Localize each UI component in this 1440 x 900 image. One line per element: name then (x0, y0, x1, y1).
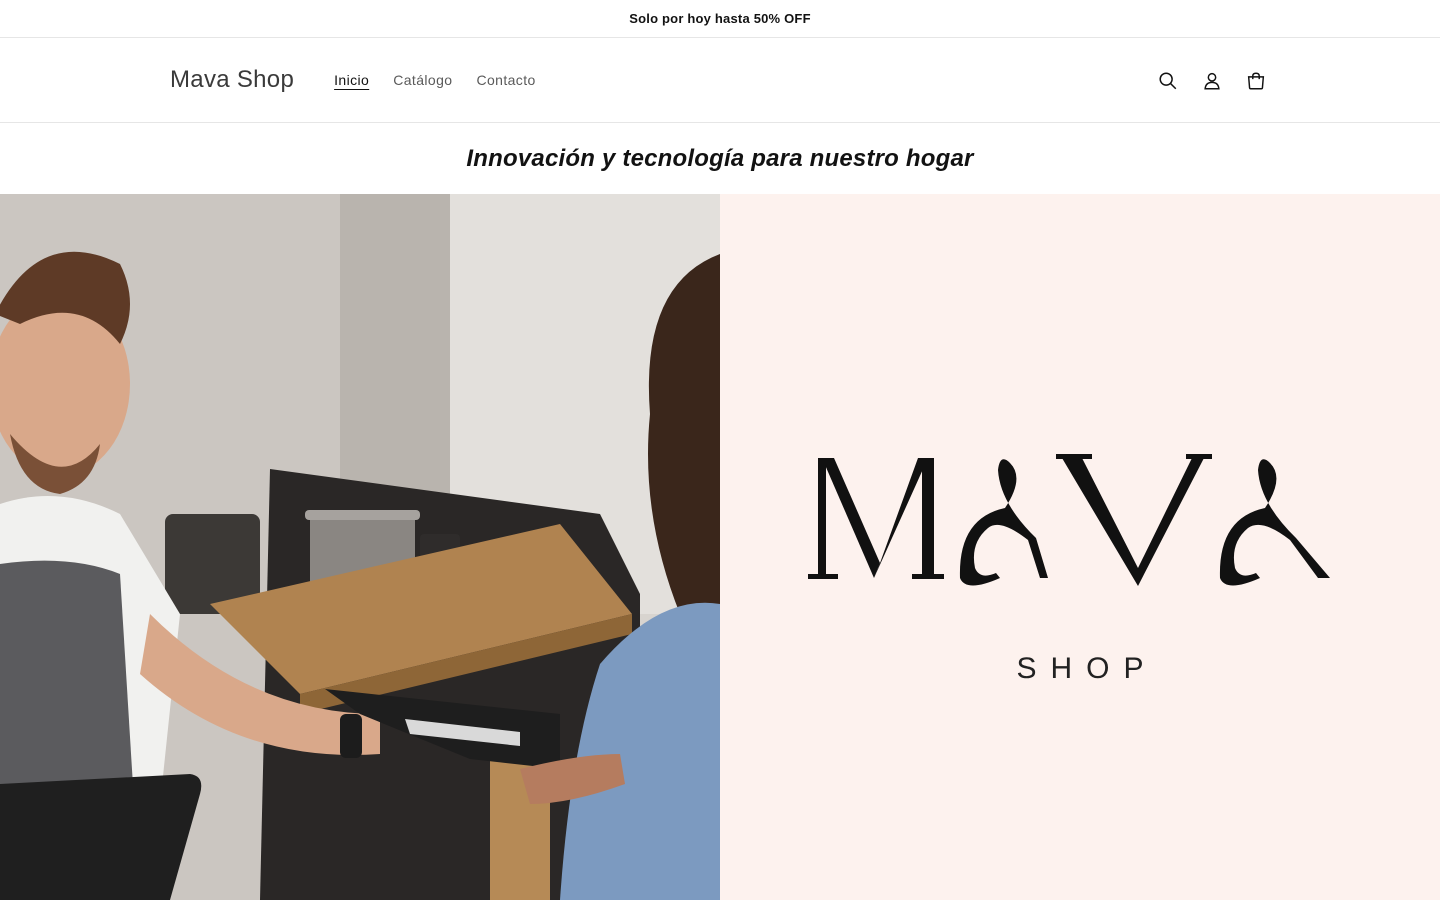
search-icon (1159, 71, 1177, 89)
account-button[interactable] (1194, 59, 1230, 103)
hero-photo (0, 194, 720, 900)
hero-photo-illustration (0, 194, 720, 900)
tagline-banner: Innovación y tecnología para nuestro hog… (0, 123, 1440, 194)
announcement-text: Solo por hoy hasta 50% OFF (629, 11, 811, 26)
account-icon (1204, 72, 1220, 90)
brand-sub-wordmark: SHOP (1016, 652, 1158, 685)
header-icons (1150, 38, 1274, 123)
mava-brand-logo (808, 454, 1330, 586)
announcement-bar: Solo por hoy hasta 50% OFF (0, 0, 1440, 38)
nav-item-contacto[interactable]: Contacto (464, 72, 547, 88)
cart-icon (1247, 71, 1265, 90)
tagline-heading: Innovación y tecnología para nuestro hog… (466, 144, 974, 172)
hero-brand-panel: SHOP (720, 194, 1440, 900)
cart-button[interactable] (1238, 59, 1274, 103)
hero-section: SHOP (0, 194, 1440, 900)
store-logo[interactable]: Mava Shop (170, 66, 294, 94)
nav-item-inicio[interactable]: Inicio (322, 72, 381, 88)
search-button[interactable] (1150, 59, 1186, 103)
nav-item-catalogo[interactable]: Catálogo (381, 72, 464, 88)
main-nav: Inicio Catálogo Contacto (322, 72, 548, 88)
site-header: Mava Shop Inicio Catálogo Contacto (0, 38, 1440, 123)
